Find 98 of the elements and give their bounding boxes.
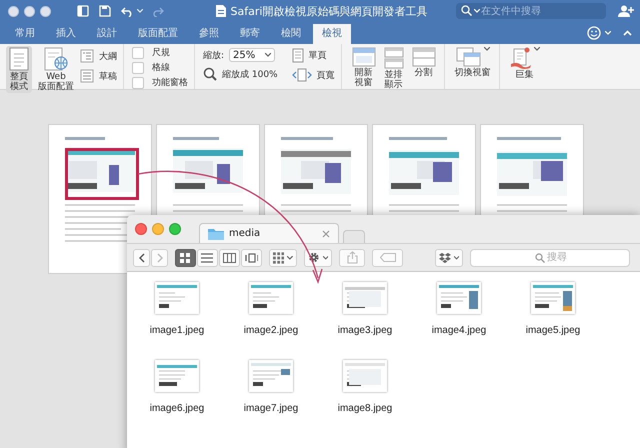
sidebar-icon[interactable] <box>77 5 89 17</box>
file-name[interactable]: image3.jpeg <box>338 325 392 336</box>
action-button[interactable] <box>304 248 332 266</box>
minimize-button[interactable] <box>24 6 35 16</box>
file-name[interactable]: image5.jpeg <box>526 325 580 336</box>
chevron-right-icon <box>156 252 162 262</box>
magnifier-icon <box>203 67 217 81</box>
page-icon <box>8 47 30 71</box>
ribbon-button[interactable]: 草稿 <box>80 69 117 83</box>
checkbox-label: 功能窗格 <box>152 76 188 89</box>
box-icon <box>439 252 451 264</box>
list-view-icon <box>201 252 214 264</box>
add-person-icon[interactable] <box>618 5 634 17</box>
caret-icon <box>605 31 611 35</box>
redo-icon[interactable] <box>153 6 164 16</box>
close-icon[interactable] <box>322 230 330 238</box>
caret-icon <box>454 256 459 260</box>
ribbon-tab[interactable]: 插入 <box>47 24 85 44</box>
switch-windows-button[interactable]: 切換視窗 <box>452 46 493 79</box>
ribbon-tab[interactable]: 檢視 <box>313 24 351 44</box>
ribbon-tab[interactable]: 版面配置 <box>129 24 187 44</box>
zoom-button[interactable] <box>40 6 51 16</box>
dropbox-button[interactable] <box>435 248 463 266</box>
search-field[interactable]: 搜尋 <box>470 248 630 266</box>
ribbon-button[interactable]: 單頁 <box>292 48 327 63</box>
tag-button[interactable] <box>372 248 403 266</box>
grid-icon <box>273 252 284 264</box>
chevron-up-icon[interactable] <box>623 30 632 36</box>
tab-title: media <box>229 228 262 239</box>
share-icon <box>346 251 358 264</box>
checkbox[interactable] <box>132 62 144 74</box>
checkbox[interactable] <box>132 76 144 88</box>
tag-icon <box>380 253 396 262</box>
file-name[interactable]: image1.jpeg <box>150 325 204 336</box>
document-icon <box>216 5 226 17</box>
caret-icon <box>287 256 293 260</box>
caret-icon <box>474 8 480 12</box>
caret-icon <box>137 9 143 13</box>
save-icon[interactable] <box>99 5 111 17</box>
windows-icon <box>456 47 482 67</box>
caret-icon <box>322 256 328 260</box>
outline-icon <box>80 49 94 63</box>
zoom-dropdown[interactable]: 25% <box>229 48 276 62</box>
page-width-icon <box>292 68 312 82</box>
search-field[interactable]: 在文件中搜尋 <box>456 3 606 19</box>
undo-icon[interactable] <box>121 6 134 16</box>
checkbox[interactable] <box>132 46 144 58</box>
checkbox-label: 尺規 <box>152 46 170 59</box>
caret-icon <box>484 47 490 51</box>
ribbon-button[interactable]: Web 版面配置 <box>36 46 76 93</box>
file-name[interactable]: image2.jpeg <box>244 325 298 336</box>
back-button[interactable] <box>133 248 150 266</box>
smiley-icon[interactable] <box>587 26 601 40</box>
zoom-100-button[interactable]: 縮放成 100% <box>203 67 278 81</box>
ribbon-tab[interactable]: 郵寄 <box>231 24 269 44</box>
draft-icon <box>80 69 94 83</box>
zoom-button[interactable] <box>169 223 181 235</box>
ribbon-button[interactable]: 整頁模式 <box>6 46 32 93</box>
file-name[interactable]: image7.jpeg <box>244 403 298 414</box>
search-icon <box>535 252 545 262</box>
arrange-button[interactable] <box>269 248 297 266</box>
ribbon-tab[interactable]: 設計 <box>88 24 126 44</box>
file-name[interactable]: image4.jpeg <box>432 325 486 336</box>
close-button[interactable] <box>135 223 147 235</box>
ribbon-tab[interactable]: 參照 <box>190 24 228 44</box>
web-page-icon <box>43 47 69 71</box>
split-window-icon <box>412 47 436 67</box>
search-icon <box>461 5 472 16</box>
stacked-windows-icon <box>384 47 404 69</box>
zoom-label: 縮放: <box>203 50 224 62</box>
cover-flow-icon <box>245 252 258 264</box>
folder-icon <box>208 228 224 240</box>
ribbon-button[interactable]: 開新視窗 <box>350 46 378 89</box>
caret-icon <box>534 47 540 51</box>
ribbon-button[interactable]: 分割 <box>410 46 438 79</box>
folder-tab[interactable]: media <box>199 223 339 243</box>
ribbon-button[interactable]: 頁寬 <box>292 68 335 82</box>
ribbon-tab[interactable]: 檢閱 <box>272 24 310 44</box>
view-button[interactable] <box>175 248 196 266</box>
window-icon <box>352 47 376 67</box>
icon-view-icon <box>179 252 192 264</box>
minimize-button[interactable] <box>152 223 164 235</box>
file-name[interactable]: image8.jpeg <box>338 403 392 414</box>
column-view-icon <box>223 252 236 264</box>
ribbon-tab[interactable]: 常用 <box>6 24 44 44</box>
scroll-icon <box>510 47 532 69</box>
file-name[interactable]: image6.jpeg <box>150 403 204 414</box>
ribbon-button[interactable]: 大綱 <box>80 49 117 63</box>
window-title: Safari開啟檢視原始碼與網頁開發者工具 <box>230 4 428 18</box>
gear-icon <box>308 251 320 264</box>
caret-icon <box>265 53 272 57</box>
share-button[interactable] <box>339 248 365 266</box>
checkbox-label: 格線 <box>152 62 170 74</box>
chevron-left-icon <box>138 252 144 262</box>
ribbon-button[interactable]: 並排顯示 <box>382 46 406 91</box>
page-icon <box>292 48 304 63</box>
macros-button[interactable]: 巨集 <box>508 46 542 81</box>
close-button[interactable] <box>8 6 19 16</box>
